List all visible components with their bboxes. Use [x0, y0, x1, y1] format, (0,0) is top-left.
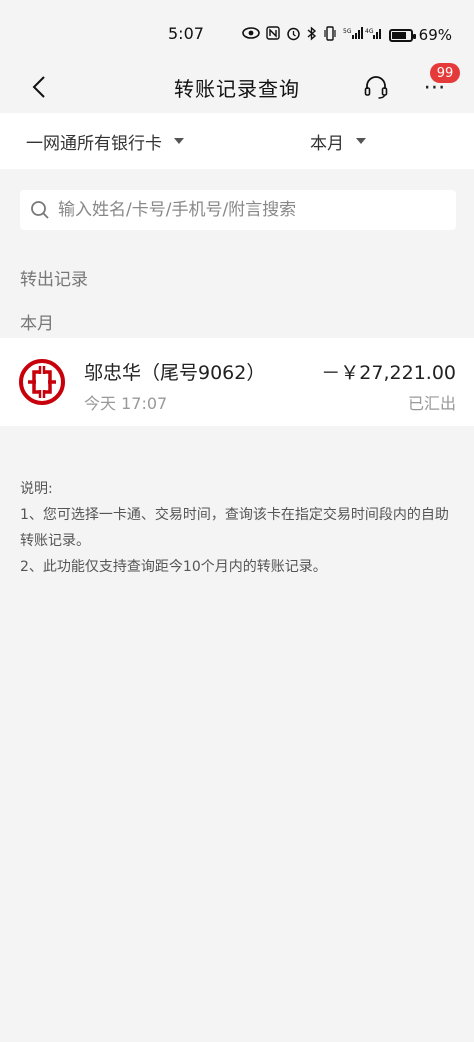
back-button[interactable]: [22, 70, 56, 104]
bluetooth-icon: [307, 25, 317, 45]
record-name: 邬忠华（尾号9062）: [84, 362, 266, 384]
status-time: 5:07: [168, 24, 204, 43]
notes-line-1: 1、您可选择一卡通、交易时间，查询该卡在指定交易时间段内的自助转账记录。: [20, 507, 449, 549]
notes: 说明: 1、您可选择一卡通、交易时间，查询该卡在指定交易时间段内的自助转账记录。…: [20, 476, 456, 580]
vibrate-icon: [323, 25, 337, 45]
svg-text:5G: 5G: [343, 28, 352, 35]
icbc-logo-icon: [19, 359, 65, 405]
card-filter-dropdown[interactable]: 一网通所有银行卡: [26, 113, 184, 169]
alarm-icon: [286, 26, 301, 45]
search-icon: [31, 201, 49, 219]
eye-icon: [241, 27, 260, 43]
record-status: 已汇出: [407, 394, 456, 413]
back-icon: [32, 76, 45, 98]
period-filter-dropdown[interactable]: 本月: [310, 113, 366, 169]
customer-service-button[interactable]: [360, 71, 392, 103]
record-amount: －￥27,221.00: [321, 362, 456, 384]
battery-icon: [388, 28, 416, 42]
status-bar: 5:07 5G 4G 69%: [0, 0, 474, 62]
filter-bar: 一网通所有银行卡 本月: [0, 113, 474, 169]
svg-text:4G: 4G: [365, 28, 374, 35]
status-icons: 5G 4G 69%: [241, 25, 452, 45]
notification-badge: 99: [430, 63, 460, 83]
battery-percent: 69%: [418, 26, 452, 44]
notes-line-2: 2、此功能仅支持查询距今10个月内的转账记录。: [20, 559, 327, 575]
search-input[interactable]: [58, 192, 438, 228]
caret-down-icon: [356, 138, 366, 144]
nfc-icon: [265, 26, 280, 44]
headset-icon: [364, 76, 388, 99]
signal-icon: 5G 4G: [343, 26, 383, 44]
section-outgoing-label: 转出记录: [20, 270, 88, 290]
page-title: 转账记录查询: [174, 76, 300, 101]
search-box[interactable]: [20, 190, 456, 230]
card-filter-label: 一网通所有银行卡: [26, 133, 162, 154]
caret-down-icon: [174, 138, 184, 144]
section-month-label: 本月: [20, 314, 54, 334]
list-item[interactable]: 邬忠华（尾号9062） 今天 17:07 －￥27,221.00 已汇出: [0, 338, 474, 426]
nav-bar: 转账记录查询 ⋯: [0, 62, 474, 112]
period-filter-label: 本月: [310, 133, 344, 154]
notes-title: 说明:: [20, 481, 53, 497]
record-date: 今天 17:07: [84, 394, 168, 413]
